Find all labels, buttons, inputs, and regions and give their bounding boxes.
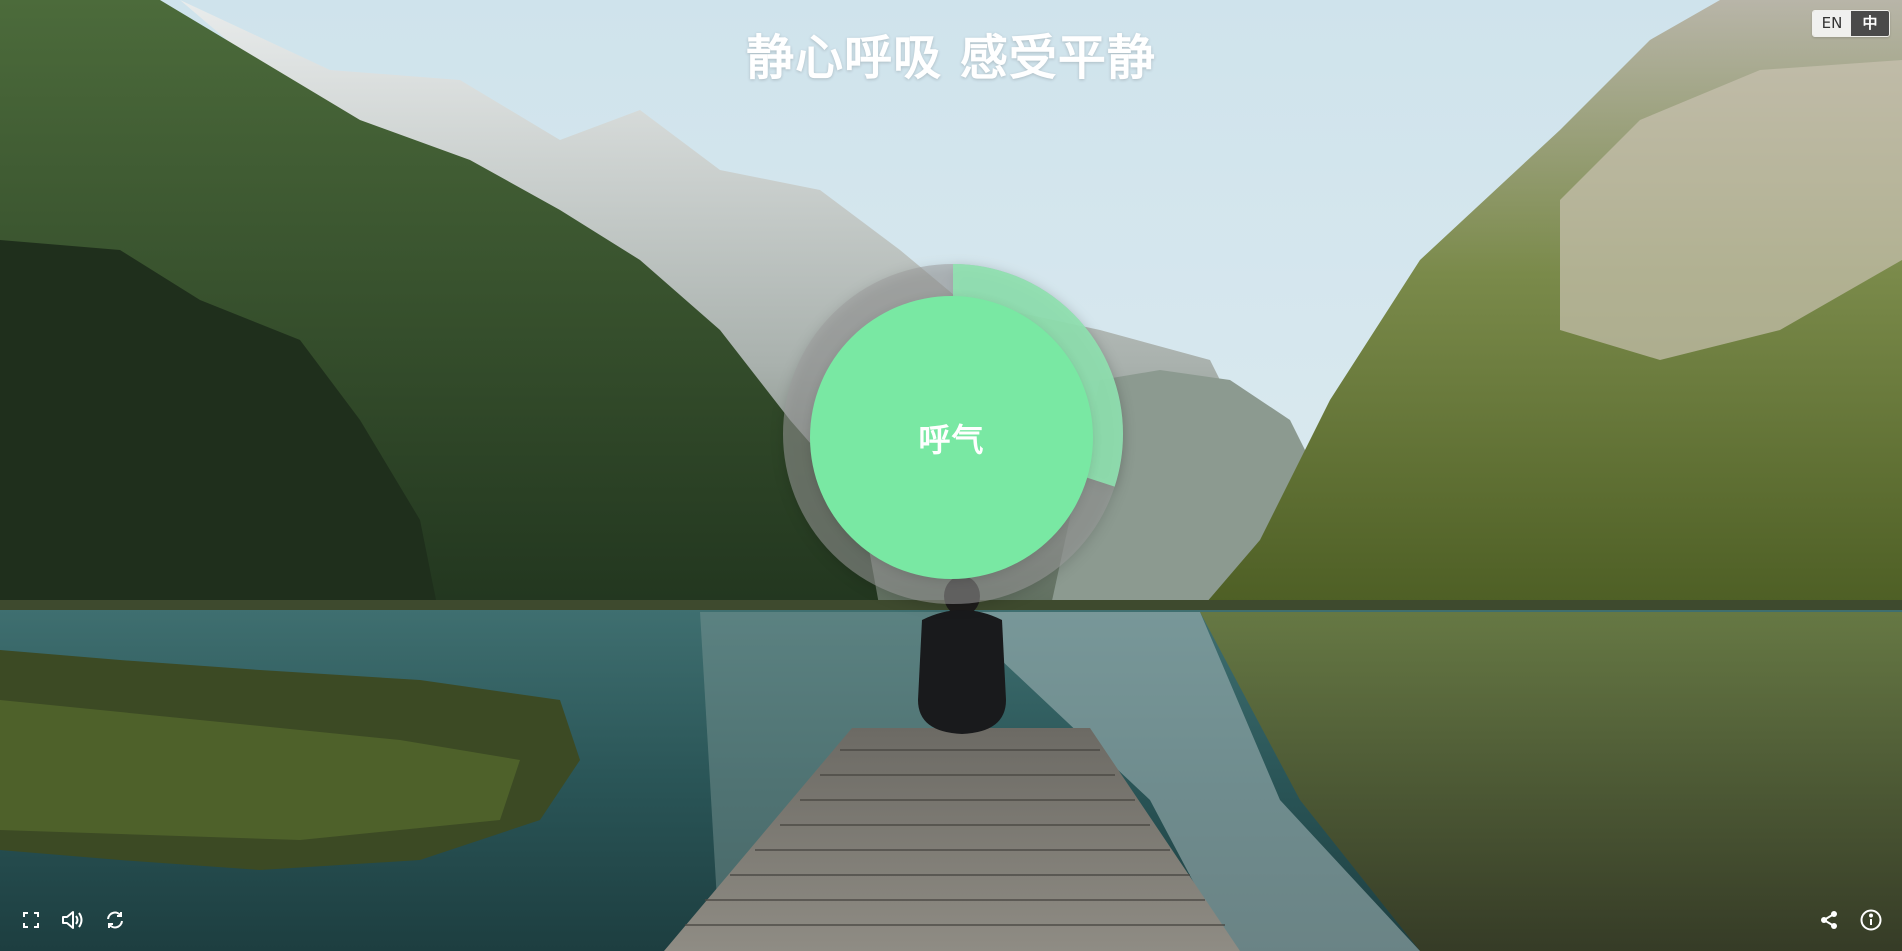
share-icon (1821, 911, 1837, 929)
fullscreen-icon (23, 912, 39, 928)
volume-button[interactable] (56, 903, 90, 937)
fullscreen-button[interactable] (14, 903, 48, 937)
breath-phase-label: 呼气 (918, 420, 985, 459)
page-title: 静心呼吸 感受平静 (746, 30, 1156, 86)
app-stage: 静心呼吸 感受平静 EN 中 呼气 (0, 0, 1902, 951)
refresh-icon (107, 911, 123, 929)
info-button[interactable] (1854, 903, 1888, 937)
bottom-right-toolbar (1812, 903, 1888, 937)
info-icon (1860, 909, 1882, 931)
language-option-zh[interactable]: 中 (1851, 11, 1889, 36)
volume-icon (62, 911, 83, 929)
refresh-button[interactable] (98, 903, 132, 937)
language-switch: EN 中 (1812, 10, 1890, 37)
bottom-left-toolbar (14, 903, 132, 937)
language-option-en[interactable]: EN (1813, 11, 1851, 36)
breath-circle[interactable]: 呼气 (810, 296, 1093, 579)
share-button[interactable] (1812, 903, 1846, 937)
